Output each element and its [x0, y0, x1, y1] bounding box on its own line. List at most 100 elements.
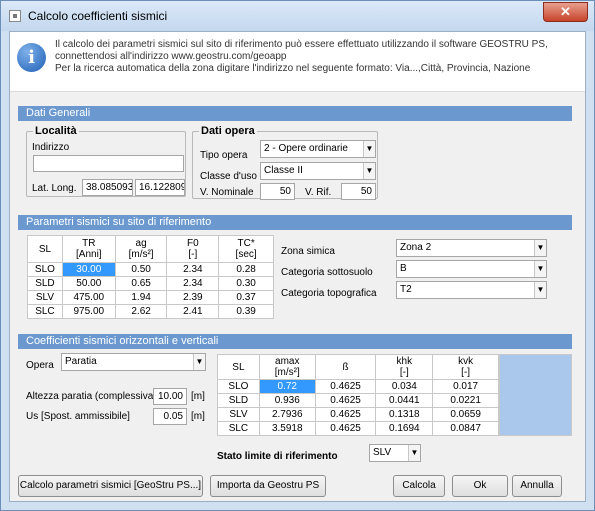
table-cell-selected[interactable]: 0.72 [258, 379, 316, 394]
table-cell[interactable]: 0.50 [114, 262, 168, 277]
opera-label: Opera [26, 360, 54, 371]
col-l2: [-] [461, 367, 471, 378]
table-cell[interactable]: 1.94 [114, 290, 168, 305]
table-cell[interactable]: 0.017 [432, 379, 499, 394]
opera-select[interactable]: Paratia ▼ [61, 353, 206, 371]
table-cell[interactable]: 2.41 [166, 304, 220, 319]
v-nominale-input[interactable]: 50 [260, 183, 295, 200]
calcola-button[interactable]: Calcola [393, 475, 445, 497]
table-cell[interactable]: 0.4625 [314, 379, 377, 394]
us-input[interactable]: 0.05 [153, 408, 187, 425]
table-cell[interactable]: 2.39 [166, 290, 220, 305]
table-cell[interactable]: SLD [217, 393, 260, 408]
table-cell[interactable]: 0.28 [218, 262, 274, 277]
table-cell[interactable]: 0.1318 [375, 407, 434, 422]
table-cell[interactable]: 50.00 [61, 276, 116, 291]
table-cell[interactable]: 0.0221 [432, 393, 499, 408]
table-cell[interactable]: 0.65 [114, 276, 168, 291]
table-cell[interactable]: 0.936 [258, 393, 316, 408]
table-cell[interactable]: 975.00 [61, 304, 116, 319]
altezza-input[interactable]: 10.00 [153, 388, 187, 405]
annulla-button[interactable]: Annulla [512, 475, 562, 497]
column-header: ß [314, 354, 377, 380]
zona-select[interactable]: Zona 2 ▼ [396, 239, 547, 257]
table-cell[interactable]: 2.7936 [258, 407, 316, 422]
col-l1: SL [232, 361, 245, 373]
column-header: amax [m/s²] [258, 354, 316, 380]
table-row[interactable]: SLC 975.00 2.62 2.41 0.39 [27, 304, 274, 319]
table-row[interactable]: SLO 0.72 0.4625 0.034 0.017 [217, 379, 499, 394]
table-row[interactable]: SLD 50.00 0.65 2.34 0.30 [27, 276, 274, 291]
table-row[interactable]: SLV 2.7936 0.4625 0.1318 0.0659 [217, 407, 499, 422]
zona-label: Zona simica [281, 246, 335, 257]
dropdown-arrow-icon: ▼ [534, 240, 546, 256]
table-row[interactable]: SLV 475.00 1.94 2.39 0.37 [27, 290, 274, 305]
table-cell[interactable]: 0.1694 [375, 421, 434, 436]
table-cell[interactable]: 0.0659 [432, 407, 499, 422]
dialog-window: Calcolo coefficienti sismici ✕ i Il calc… [0, 0, 595, 511]
window-title: Calcolo coefficienti sismici [28, 9, 168, 23]
us-label: Us [Spost. ammissibile] [26, 411, 130, 422]
stato-limite-value: SLV [373, 447, 392, 458]
sottosuolo-select[interactable]: B ▼ [396, 260, 547, 278]
table-empty-area [499, 354, 572, 436]
col-l1: TC* [237, 238, 255, 249]
topografica-value: T2 [400, 284, 412, 295]
indirizzo-label: Indirizzo [32, 142, 70, 153]
table-cell[interactable]: SLV [217, 407, 260, 422]
table-cell[interactable]: 0.4625 [314, 393, 377, 408]
classe-uso-value: Classe II [264, 165, 303, 176]
title-bar: Calcolo coefficienti sismici ✕ [1, 1, 594, 31]
classe-uso-select[interactable]: Classe II ▼ [260, 162, 376, 180]
table-cell[interactable]: 0.37 [218, 290, 274, 305]
localita-title: Località [33, 125, 79, 137]
column-header: SL [27, 235, 63, 263]
table-cell[interactable]: 475.00 [61, 290, 116, 305]
table-cell[interactable]: 0.0441 [375, 393, 434, 408]
importa-button[interactable]: Importa da Geostru PS [210, 475, 326, 497]
table-cell-selected[interactable]: 30.00 [61, 262, 116, 277]
table-cell[interactable]: 2.34 [166, 276, 220, 291]
indirizzo-input[interactable] [33, 155, 184, 172]
table-cell[interactable]: SLD [27, 276, 63, 291]
latitude-input[interactable]: 38.085093 [82, 179, 133, 196]
column-header: kvk [-] [432, 354, 499, 380]
table-cell[interactable]: 3.5918 [258, 421, 316, 436]
ok-button[interactable]: Ok [452, 475, 508, 497]
table-cell[interactable]: 0.39 [218, 304, 274, 319]
table-cell[interactable]: 0.4625 [314, 421, 377, 436]
stato-limite-select[interactable]: SLV ▼ [369, 444, 421, 462]
col-l2: [Anni] [76, 249, 102, 260]
column-header: TC* [sec] [218, 235, 274, 263]
topografica-select[interactable]: T2 ▼ [396, 281, 547, 299]
col-l1: SL [38, 243, 52, 255]
v-rif-input[interactable]: 50 [341, 183, 376, 200]
section-header-coefficienti: Coefficienti sismici orizzontali e verti… [18, 334, 572, 349]
parametri-table: SL TR [Anni] ag [m/s²] F0 [-] TC* [sec] SLO … [27, 235, 274, 319]
col-l1: kvk [458, 356, 474, 367]
tipo-opera-select[interactable]: 2 - Opere ordinarie ▼ [260, 140, 376, 158]
topografica-label: Categoria topografica [281, 288, 377, 299]
sottosuolo-label: Categoria sottosuolo [281, 267, 373, 278]
table-cell[interactable]: 2.34 [166, 262, 220, 277]
table-cell[interactable]: SLO [217, 379, 260, 394]
table-cell[interactable]: 0.0847 [432, 421, 499, 436]
section-header-parametri: Parametri sismici su sito di riferimento [18, 215, 572, 230]
table-row[interactable]: SLC 3.5918 0.4625 0.1694 0.0847 [217, 421, 499, 436]
col-l2: [m/s²] [128, 249, 154, 260]
table-row[interactable]: SLO 30.00 0.50 2.34 0.28 [27, 262, 274, 277]
table-cell[interactable]: 0.4625 [314, 407, 377, 422]
close-button[interactable]: ✕ [543, 2, 588, 22]
table-cell[interactable]: 2.62 [114, 304, 168, 319]
info-line: Per la ricerca automatica della zona dig… [55, 63, 531, 74]
table-cell[interactable]: SLC [27, 304, 63, 319]
table-row[interactable]: SLD 0.936 0.4625 0.0441 0.0221 [217, 393, 499, 408]
longitude-input[interactable]: 16.122809 [135, 179, 185, 196]
table-cell[interactable]: SLO [27, 262, 63, 277]
table-cell[interactable]: SLV [27, 290, 63, 305]
table-cell[interactable]: 0.30 [218, 276, 274, 291]
table-cell[interactable]: SLC [217, 421, 260, 436]
table-cell[interactable]: 0.034 [375, 379, 434, 394]
calcolo-geostru-button[interactable]: Calcolo parametri sismici [GeoStru PS...… [18, 475, 203, 497]
altezza-label: Altezza paratia (complessiva) [26, 391, 157, 402]
